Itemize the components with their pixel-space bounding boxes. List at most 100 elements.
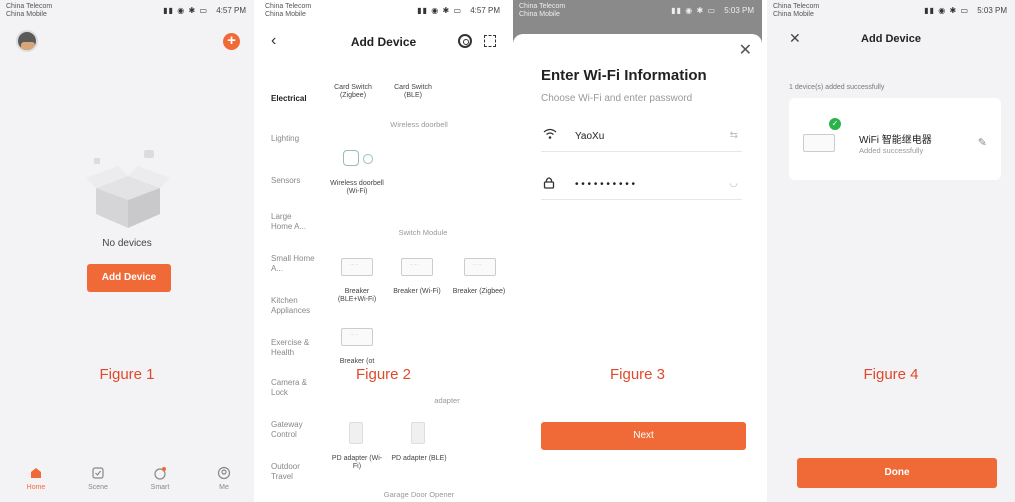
status-icons: ▮▮ ◉ ✱ ▭ xyxy=(924,6,969,15)
carrier-2: China Mobile xyxy=(6,11,47,18)
qr-scan-icon[interactable] xyxy=(484,35,496,47)
adapter-icon xyxy=(411,422,425,444)
device-card-switch-ble[interactable]: Card Switch (BLE) xyxy=(385,84,441,100)
switch-network-icon[interactable]: ⇆ xyxy=(730,130,738,141)
category-small-home[interactable]: Small Home A... xyxy=(271,254,315,274)
done-button[interactable]: Done xyxy=(797,458,997,488)
breaker-icon xyxy=(341,258,373,276)
category-large-home[interactable]: Large Home A... xyxy=(271,212,315,232)
carrier-2: China Mobile xyxy=(265,11,306,18)
wifi-ssid-field[interactable]: YaoXu ⇆ xyxy=(541,122,742,152)
edit-icon[interactable]: ✎ xyxy=(978,136,987,149)
section-switch-module: Switch Module xyxy=(398,228,448,237)
status-bar: China Telecom China Mobile ▮▮ ◉ ✱ ▭ 5:03… xyxy=(767,0,1015,22)
figure-caption: Figure 3 xyxy=(609,366,666,383)
carrier-1: China Telecom xyxy=(519,3,566,10)
category-gateway[interactable]: Gateway Control xyxy=(271,420,311,440)
category-electrical[interactable]: Electrical xyxy=(271,94,307,104)
category-lighting[interactable]: Lighting xyxy=(271,134,299,144)
tab-scene[interactable]: Scene xyxy=(78,466,118,491)
section-wireless-doorbell: Wireless doorbell xyxy=(390,120,448,129)
device-pd-adapter-ble[interactable]: PD adapter (BLE) xyxy=(391,455,447,463)
add-device-button[interactable]: Add Device xyxy=(87,264,171,292)
status-time: 4:57 PM xyxy=(216,6,246,15)
device-breaker-other[interactable]: Breaker (ot xyxy=(329,358,385,366)
wifi-sheet: ✕ Enter Wi-Fi Information Choose Wi-Fi a… xyxy=(513,34,762,502)
smart-icon xyxy=(154,467,166,480)
page-subtitle: Choose Wi-Fi and enter password xyxy=(541,93,693,104)
doorbell-icon xyxy=(343,150,359,166)
wifi-ssid-value: YaoXu xyxy=(575,131,605,142)
status-icons: ▮▮ ◉ ✱ ▭ xyxy=(671,6,716,15)
tab-me[interactable]: Me xyxy=(204,466,244,491)
bottom-tab-bar: Home Scene Smart Me xyxy=(0,462,254,502)
page-title: Enter Wi-Fi Information xyxy=(541,67,707,84)
auto-scan-icon[interactable] xyxy=(458,34,472,48)
empty-box-illustration xyxy=(86,150,170,228)
status-time: 5:03 PM xyxy=(977,6,1007,15)
added-count-text: 1 device(s) added successfully xyxy=(789,84,885,91)
category-kitchen[interactable]: Kitchen Appliances xyxy=(271,296,321,316)
carrier-2: China Mobile xyxy=(773,11,814,18)
check-icon: ✓ xyxy=(829,118,841,130)
next-button[interactable]: Next xyxy=(541,422,746,450)
home-icon xyxy=(31,468,41,478)
page-title: Add Device xyxy=(861,33,921,45)
device-breaker-wifi[interactable]: Breaker (Wi-Fi) xyxy=(389,288,445,296)
empty-state-text: No devices xyxy=(102,238,152,249)
scene-icon xyxy=(92,467,104,479)
wifi-icon xyxy=(543,128,557,143)
wifi-password-field[interactable]: • • • • • • • • • • ◡ xyxy=(541,170,742,200)
figure-caption: Figure 1 xyxy=(99,366,155,383)
status-time: 5:03 PM xyxy=(724,6,754,15)
wifi-password-value: • • • • • • • • • • xyxy=(575,179,636,190)
close-icon[interactable]: ✕ xyxy=(739,40,752,60)
device-breaker-zigbee[interactable]: Breaker (Zigbee) xyxy=(451,288,507,296)
tab-smart-label: Smart xyxy=(150,484,170,491)
category-exercise[interactable]: Exercise & Health xyxy=(271,338,319,358)
status-bar: China Telecom China Mobile ▮▮ ◉ ✱ ▭ 5:03… xyxy=(513,0,762,22)
device-pd-adapter-wifi[interactable]: PD adapter (Wi-Fi) xyxy=(329,455,385,471)
status-time: 4:57 PM xyxy=(470,6,500,15)
doorbell-button-icon xyxy=(363,154,373,164)
device-status: Added successfully xyxy=(859,146,924,155)
home-screen-panel: China Telecom China Mobile ▮▮ ◉ ✱ ▭ 4:57… xyxy=(0,0,254,502)
section-adapter: adapter xyxy=(434,396,460,405)
add-device-category-panel: China Telecom China Mobile ▮▮ ◉ ✱ ▭ 4:57… xyxy=(259,0,508,502)
breaker-icon xyxy=(401,258,433,276)
status-icons: ▮▮ ◉ ✱ ▭ xyxy=(163,6,208,15)
tab-scene-label: Scene xyxy=(88,484,108,491)
device-wireless-doorbell[interactable]: Wireless doorbell (Wi-Fi) xyxy=(329,180,385,196)
wifi-info-panel: China Telecom China Mobile ▮▮ ◉ ✱ ▭ 5:03… xyxy=(513,0,762,502)
nav-bar: ‹ Add Device xyxy=(259,30,508,56)
category-sensors[interactable]: Sensors xyxy=(271,176,300,186)
device-added-panel: China Telecom China Mobile ▮▮ ◉ ✱ ▭ 5:03… xyxy=(767,0,1015,502)
device-name: WiFi 智能继电器 xyxy=(859,135,932,146)
me-icon xyxy=(217,466,231,480)
tab-home[interactable]: Home xyxy=(16,466,56,491)
carrier-1: China Telecom xyxy=(265,3,312,10)
status-bar: China Telecom China Mobile ▮▮ ◉ ✱ ▭ 4:57… xyxy=(0,0,254,22)
carrier-1: China Telecom xyxy=(773,3,820,10)
status-icons: ▮▮ ◉ ✱ ▭ xyxy=(417,6,462,15)
carrier-1: China Telecom xyxy=(6,3,53,10)
carrier-2: China Mobile xyxy=(519,11,560,18)
breaker-icon xyxy=(464,258,496,276)
tab-smart[interactable]: Smart xyxy=(140,466,180,491)
adapter-icon xyxy=(349,422,363,444)
device-card-switch-zigbee[interactable]: Card Switch (Zigbee) xyxy=(325,84,381,100)
section-garage-door-opener: Garage Door Opener xyxy=(383,490,455,499)
device-breaker-ble-wifi[interactable]: Breaker (BLE+Wi-Fi) xyxy=(329,288,385,304)
avatar[interactable] xyxy=(16,30,38,52)
category-outdoor[interactable]: Outdoor Travel xyxy=(271,462,311,482)
added-device-card[interactable]: ✓ WiFi 智能继电器 Added successfully ✎ xyxy=(789,98,1001,180)
breaker-icon xyxy=(341,328,373,346)
tab-home-label: Home xyxy=(26,484,46,491)
figure-caption: Figure 2 xyxy=(355,366,412,383)
show-password-icon[interactable]: ◡ xyxy=(729,178,738,189)
lock-icon xyxy=(543,176,555,192)
figure-caption: Figure 4 xyxy=(863,366,919,383)
add-icon[interactable]: + xyxy=(223,33,240,50)
status-bar: China Telecom China Mobile ▮▮ ◉ ✱ ▭ 4:57… xyxy=(259,0,508,22)
tab-me-label: Me xyxy=(219,484,229,491)
